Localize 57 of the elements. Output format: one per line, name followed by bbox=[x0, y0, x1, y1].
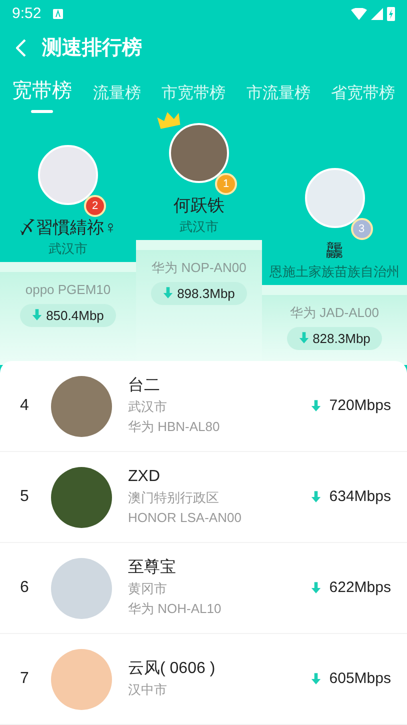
tab[interactable]: 市宽带榜 bbox=[162, 82, 226, 113]
rank-number: 6 bbox=[20, 578, 30, 598]
ranking-row[interactable]: 7 云风( 0606 ) 汉中市 605Mbps bbox=[0, 634, 407, 725]
speed-value: 850.4Mbp bbox=[46, 306, 104, 325]
user-name: ZXD bbox=[128, 467, 161, 487]
speed-value: 898.3Mbp bbox=[177, 284, 235, 303]
device-label: 华为 JAD-AL00 bbox=[290, 304, 379, 322]
ranking-row[interactable]: 5 ZXD 澳门特别行政区 HONOR LSA-AN00 634Mbps bbox=[0, 452, 407, 543]
download-arrow-icon bbox=[163, 287, 174, 300]
device-label: 华为 NOH-AL10 bbox=[128, 600, 222, 618]
ranking-row[interactable]: 6 至尊宝 黄冈市 华为 NOH-AL10 622Mbps bbox=[0, 543, 407, 634]
user-name: 至尊宝 bbox=[128, 558, 177, 578]
city-label: 武汉市 bbox=[128, 398, 168, 416]
tab[interactable]: 省宽带榜 bbox=[331, 82, 395, 113]
download-arrow-icon bbox=[311, 582, 322, 594]
download-arrow-icon bbox=[32, 309, 42, 322]
device-label: oppo PGEM10 bbox=[25, 281, 111, 299]
speed-value: 622Mbps bbox=[329, 578, 391, 598]
medal-badge: 2 bbox=[84, 195, 106, 218]
status-time: 9:52 bbox=[12, 4, 42, 24]
rank-number: 5 bbox=[20, 487, 30, 507]
user-name: 云风( 0606 ) bbox=[128, 659, 216, 679]
speed-value: 720Mbps bbox=[329, 396, 391, 416]
city-label: 澳门特别行政区 bbox=[128, 489, 220, 507]
city-label: 黄冈市 bbox=[128, 580, 168, 598]
download-arrow-icon bbox=[298, 332, 309, 344]
notification-icon bbox=[53, 8, 64, 19]
user-name: 〆習慣綪祢♀ bbox=[19, 217, 117, 238]
ranking-row[interactable]: 4 台二 武汉市 华为 HBN-AL80 720Mbps bbox=[0, 361, 407, 452]
rank-number: 7 bbox=[20, 669, 30, 689]
tab[interactable]: 市流量榜 bbox=[246, 82, 310, 113]
user-name: 何跃铁 bbox=[174, 195, 224, 216]
download-arrow-icon bbox=[311, 673, 322, 685]
medal-badge: 1 bbox=[215, 173, 237, 196]
page-title: 测速排行榜 bbox=[42, 36, 142, 62]
city-label: 武汉市 bbox=[48, 240, 88, 258]
signal-icon bbox=[371, 8, 383, 20]
device-label: 华为 NOP-AN00 bbox=[152, 259, 246, 277]
rank-number: 4 bbox=[20, 396, 30, 416]
speed-value: 828.3Mbp bbox=[312, 330, 370, 348]
download-arrow-icon bbox=[311, 491, 322, 503]
city-label: 武汉市 bbox=[180, 218, 218, 236]
battery-icon bbox=[387, 6, 395, 21]
tab[interactable]: 流量榜 bbox=[92, 82, 141, 113]
medal-badge: 3 bbox=[350, 218, 372, 240]
speed-value: 634Mbps bbox=[329, 486, 391, 507]
wifi-icon bbox=[351, 8, 367, 20]
city-label: 恩施土家族苗族自治州 bbox=[270, 262, 400, 280]
device-label: HONOR LSA-AN00 bbox=[128, 509, 242, 527]
speed-value: 605Mbps bbox=[329, 668, 391, 689]
device-label: 华为 HBN-AL80 bbox=[128, 418, 221, 436]
user-name: 龘 bbox=[326, 240, 343, 262]
tab[interactable]: 宽带榜 bbox=[12, 76, 72, 113]
back-icon[interactable] bbox=[16, 39, 26, 58]
city-label: 汉中市 bbox=[128, 681, 168, 699]
user-name: 台二 bbox=[128, 376, 161, 396]
download-arrow-icon bbox=[311, 400, 322, 412]
